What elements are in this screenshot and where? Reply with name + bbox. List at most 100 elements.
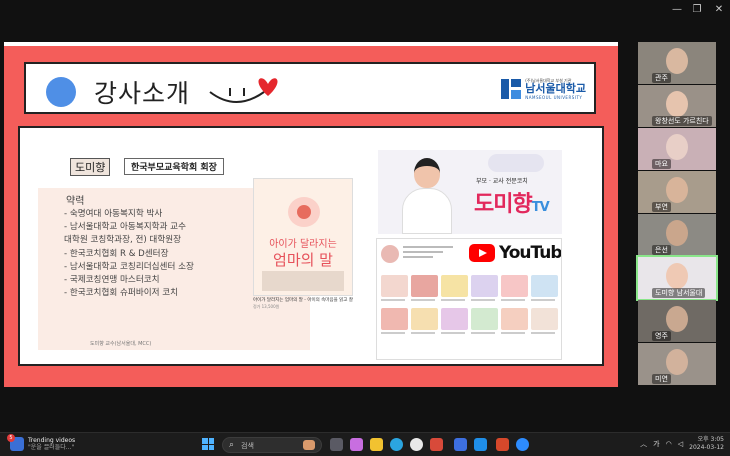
taskbar: 5 Trending videos "운을 끌러들다..." ⌕ 검색 ︿ 가 … [0,432,730,456]
clock-date: 2024-03-12 [689,444,724,451]
channel-brand: 도미향TV [474,186,550,218]
video-thumbnail [411,308,438,338]
taskbar-search-box[interactable]: ⌕ 검색 [222,437,322,453]
cloud-decoration [488,154,544,172]
career-item: - 한국코치협회 슈퍼바이저 코치 [64,288,179,299]
video-thumbnail [381,308,408,338]
book-caption-price: 정가 13,500원 [253,304,280,309]
video-thumbnail [381,275,408,305]
video-thumbnail [501,308,528,338]
participant-name: 은선 [652,245,671,255]
slide-content-card: 도미향 한국부모교육학회 회장 약력 - 숙명여대 아동복지학 박사 - 남서울… [18,126,604,366]
video-thumbnail [471,275,498,305]
windows-start-button[interactable] [202,438,214,450]
system-tray: ︿ 가 ◠ ◁ 오후 3:05 2024-03-12 [640,436,724,452]
clock-time: 오후 3:05 [697,436,724,443]
widget-subtitle: "운을 끌러들다..." [28,444,75,451]
meeting-app-icon[interactable] [330,438,343,451]
participant-video [666,306,688,332]
participant-tile[interactable]: 은선 [638,214,716,256]
career-item: - 국제코칭연맹 마스터코치 [64,275,160,286]
app-icon[interactable] [454,438,467,451]
channel-avatar [381,245,399,263]
youtube-play-icon [469,244,495,262]
blue-dot-icon [46,77,76,107]
wifi-icon[interactable]: ◠ [666,440,672,448]
youtube-logo: YouTube [469,243,562,263]
career-item: - 숙명여대 아동복지학 박사 [64,209,163,219]
volume-icon[interactable]: ◁ [678,440,683,448]
career-item: - 한국코치협회 R & D센터장 [64,248,169,259]
university-logo: (주)남서울대학교 부설 기관 남서울대학교 NAMSEOUL UNIVERSI… [501,78,586,100]
channel-info-lines [403,246,463,261]
slide-title: 강사소개 [94,79,191,108]
university-english: NAMSEOUL UNIVERSITY [525,95,583,100]
book-illustration [288,197,320,227]
participant-tile[interactable]: 영주 [638,300,716,342]
participant-tile[interactable]: 미연 [638,343,716,385]
university-name: 남서울대학교 [525,82,586,95]
zoom-icon[interactable] [516,438,529,451]
participant-tile[interactable]: 마요 [638,128,716,170]
instructor-photo [400,154,452,234]
instructor-title-tag: 한국부모교육학회 회장 [124,158,224,175]
system-clock[interactable]: 오후 3:05 2024-03-12 [689,436,724,452]
search-icon: ⌕ [229,440,235,450]
participant-video [666,177,688,203]
app-icon[interactable] [474,438,487,451]
book-cover-bottom [262,271,344,291]
participant-video [666,134,688,160]
participant-name: 마요 [652,159,671,169]
copilot-icon[interactable] [350,438,363,451]
channel-brand-name: 도미향 [474,192,533,217]
smile-heart-icon [209,78,278,103]
career-heading: 약력 [66,196,85,207]
chrome-icon[interactable] [410,438,423,451]
ime-indicator[interactable]: 가 [653,439,659,449]
video-thumbnail [471,308,498,338]
participant-tile[interactable]: 관주 [638,42,716,84]
video-thumbnail [531,275,558,305]
shared-slide: 강사소개 (주)남서울대학교 부설 기관 남서울대학교 NAMSEOUL UNI… [4,42,618,387]
participant-tile[interactable]: 도미향 남서울대 [636,255,718,301]
book-title-main: 엄마의 말 [273,251,333,269]
search-placeholder: 검색 [241,442,254,450]
edge-browser-icon[interactable] [390,438,403,451]
powerpoint-icon[interactable] [496,438,509,451]
participant-name: 부연 [652,202,671,212]
widgets-icon: 5 [7,434,24,451]
slide-title-bar: 강사소개 (주)남서울대학교 부설 기관 남서울대학교 NAMSEOUL UNI… [24,62,596,114]
maximize-button[interactable]: ❐ [690,4,704,15]
career-footer: 도미향 교수(남서울대, MCC) [90,341,152,347]
search-highlight-icon [303,440,315,450]
file-explorer-icon[interactable] [370,438,383,451]
video-thumbnail [411,275,438,305]
participant-tile[interactable]: 왕창선도 가르친다 [638,85,716,127]
career-item: 대학원 코칭학과장, 전) 대학원장 [64,235,182,246]
youtube-wordmark: YouTube [499,243,562,263]
minimize-button[interactable]: — [670,4,684,15]
participant-name: 영주 [652,331,671,341]
video-thumbnail-grid [381,275,558,338]
participant-video [666,48,688,74]
widgets-button[interactable]: 5 Trending videos "운을 끌러들다..." [7,434,75,451]
career-item: - 남서울대학교 코칭리더십센터 소장 [64,261,194,272]
university-mark-icon [501,79,522,99]
participant-name: 왕창선도 가르친다 [652,116,712,126]
participant-tile[interactable]: 부연 [638,171,716,213]
show-hidden-icons-icon[interactable]: ︿ [640,439,647,449]
app-icon[interactable] [430,438,443,451]
participant-name: 미연 [652,374,671,384]
participant-name: 도미향 남서울대 [652,288,706,298]
career-list: - 숙명여대 아동복지학 박사 - 남서울대학교 아동복지학과 교수 대학원 코… [64,208,194,300]
book-cover: 아이가 달라지는 엄마의 말 [253,178,353,296]
participant-video [666,349,688,375]
banner-subtitle: 부모 · 교사 전문코치 [476,178,528,185]
youtube-channel-page: YouTube [376,238,562,360]
career-item: - 남서울대학교 아동복지학과 교수 [64,222,186,233]
video-thumbnail [501,275,528,305]
close-button[interactable]: ✕ [712,4,726,15]
notification-badge: 5 [7,434,15,442]
video-thumbnail [531,308,558,338]
video-thumbnail [441,308,468,338]
